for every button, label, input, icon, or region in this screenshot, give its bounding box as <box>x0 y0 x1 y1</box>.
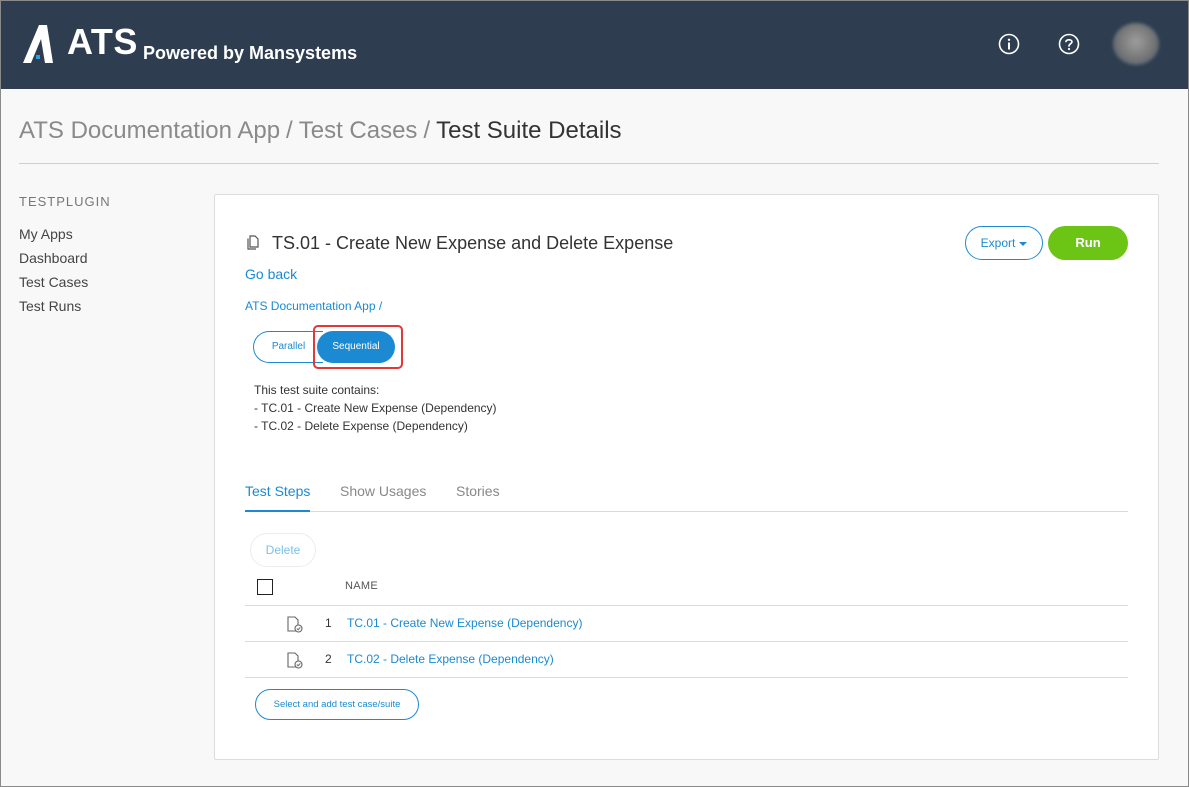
column-header-name: NAME <box>345 580 378 592</box>
sequential-option[interactable]: Sequential <box>317 331 395 363</box>
suite-description: This test suite contains: - TC.01 - Crea… <box>254 381 497 435</box>
row-divider <box>245 677 1128 678</box>
help-icon[interactable] <box>1058 33 1080 55</box>
app-breadcrumb-separator: / <box>378 299 383 313</box>
test-suite-icon <box>247 235 259 250</box>
test-case-link[interactable]: TC.01 - Create New Expense (Dependency) <box>347 616 582 630</box>
divider <box>19 163 1159 164</box>
app-breadcrumb-link[interactable]: ATS Documentation App <box>245 299 376 313</box>
user-avatar[interactable] <box>1113 23 1159 65</box>
page-breadcrumb: ATS Documentation App / Test Cases / Test Su… <box>19 117 622 145</box>
description-line: - TC.02 - Delete Expense (Dependency) <box>254 419 468 433</box>
breadcrumb-current: Test Suite Details <box>436 117 622 144</box>
run-button[interactable]: Run <box>1048 226 1128 260</box>
suite-details-panel: TS.01 - Create New Expense and Delete Ex… <box>214 194 1159 760</box>
test-case-link[interactable]: TC.02 - Delete Expense (Dependency) <box>347 652 554 666</box>
suite-title: TS.01 - Create New Expense and Delete Ex… <box>272 233 674 253</box>
description-line: This test suite contains: <box>254 383 380 397</box>
row-number: 2 <box>325 652 332 666</box>
description-line: - TC.01 - Create New Expense (Dependency… <box>254 401 497 415</box>
caret-down-icon <box>1019 241 1028 246</box>
sidebar-item-test-cases[interactable]: Test Cases <box>19 270 199 294</box>
active-tab-indicator <box>245 510 310 512</box>
sidebar-item-dashboard[interactable]: Dashboard <box>19 246 199 270</box>
export-label: Export <box>980 236 1016 250</box>
breadcrumb-app-link[interactable]: ATS Documentation App <box>19 117 280 144</box>
export-button[interactable]: Export <box>965 226 1043 260</box>
sidebar: TESTPLUGIN My Apps Dashboard Test Cases … <box>19 194 199 318</box>
tab-show-usages[interactable]: Show Usages <box>340 483 426 499</box>
logo-text: ATS <box>67 21 138 62</box>
add-test-case-button[interactable]: Select and add test case/suite <box>255 689 419 720</box>
test-case-icon <box>287 616 303 633</box>
select-all-checkbox[interactable] <box>257 579 273 595</box>
delete-button[interactable]: Delete <box>250 533 316 567</box>
info-icon[interactable] <box>998 33 1020 55</box>
sidebar-heading: TESTPLUGIN <box>19 194 111 209</box>
tab-stories[interactable]: Stories <box>456 483 500 499</box>
sidebar-item-test-runs[interactable]: Test Runs <box>19 294 199 318</box>
breadcrumb-separator: / <box>423 117 431 144</box>
row-number: 1 <box>325 616 332 630</box>
ats-logo-icon <box>23 25 53 63</box>
table-row[interactable]: 1 TC.01 - Create New Expense (Dependency… <box>245 606 1128 642</box>
sidebar-item-my-apps[interactable]: My Apps <box>19 222 199 246</box>
go-back-link[interactable]: Go back <box>245 266 297 282</box>
app-breadcrumb: ATS Documentation App / <box>245 299 382 313</box>
test-case-icon <box>287 652 303 669</box>
execution-mode-toggle: Parallel Sequential <box>253 331 395 363</box>
tab-bar: Test Steps Show Usages Stories <box>245 483 1128 512</box>
table-row[interactable]: 2 TC.02 - Delete Expense (Dependency) <box>245 642 1128 678</box>
tab-test-steps[interactable]: Test Steps <box>245 483 310 499</box>
top-bar: ATS Powered by Mansystems <box>1 1 1188 89</box>
breadcrumb-separator: / <box>286 117 293 144</box>
parallel-option[interactable]: Parallel <box>253 331 323 363</box>
logo-subtitle: Powered by Mansystems <box>143 43 358 63</box>
breadcrumb-test-cases-link[interactable]: Test Cases <box>299 117 418 144</box>
